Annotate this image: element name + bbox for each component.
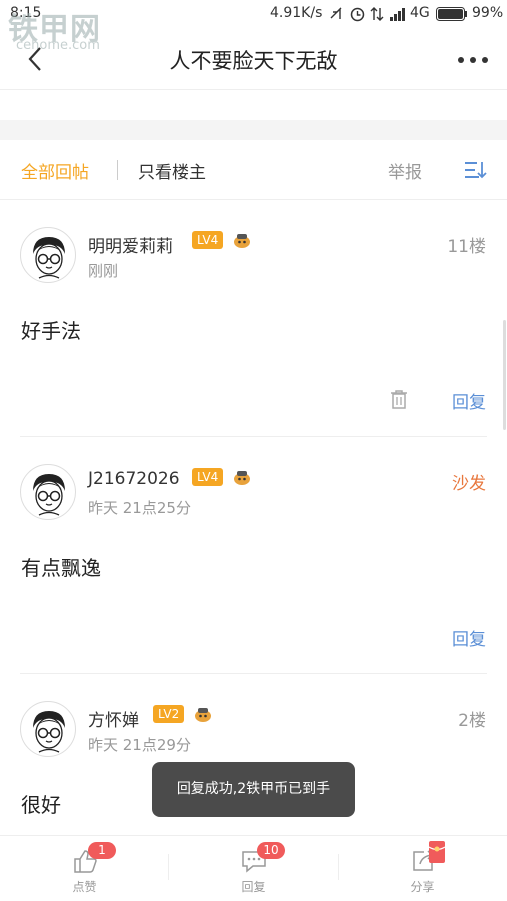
avatar[interactable] [20, 701, 76, 757]
page-title: 人不要脸天下无敌 [169, 49, 338, 73]
delete-trash-icon[interactable] [389, 388, 409, 410]
data-transfer-icon [370, 7, 384, 21]
reply-count-badge: 10 [257, 842, 285, 859]
floor-number: 2楼 [458, 711, 486, 731]
avatar-face-icon [33, 711, 65, 753]
post-time: 刚刚 [88, 262, 119, 280]
toast-message: 回复成功,2铁甲币已到手 [152, 762, 355, 817]
share-label: 分享 [410, 880, 435, 894]
post-time: 昨天 21点25分 [88, 499, 191, 517]
red-packet-icon [428, 841, 446, 863]
sort-icon[interactable] [463, 160, 487, 180]
network-type: 4G [410, 5, 430, 21]
battery-level: 99% [472, 5, 504, 21]
level-badge: LV4 [192, 231, 224, 249]
post-content: 有点飘逸 [21, 556, 101, 580]
username[interactable]: 方怀婵 [88, 706, 139, 731]
report-button[interactable]: 举报 [388, 158, 422, 183]
share-button[interactable]: 分享 [338, 836, 507, 901]
section-separator [0, 120, 507, 140]
network-speed: 4.91K/s [270, 5, 323, 21]
like-button[interactable]: 1 点赞 [0, 836, 169, 901]
like-label: 点赞 [72, 880, 97, 894]
mascot-icon [234, 234, 250, 248]
nav-bar: 人不要脸天下无敌 [0, 28, 507, 90]
more-options-icon[interactable] [455, 50, 491, 70]
bottom-action-bar: 1 点赞 10 回复 分享 [0, 835, 507, 900]
level-badge: LV2 [153, 705, 185, 723]
mascot-icon [195, 708, 211, 722]
reply-button[interactable]: 回复 [452, 625, 486, 650]
mute-icon [330, 7, 342, 19]
reply-bar-button[interactable]: 10 回复 [169, 836, 338, 901]
avatar[interactable] [20, 227, 76, 283]
mascot-icon [234, 471, 250, 485]
avatar-face-icon [33, 237, 65, 279]
username[interactable]: J21672026 [88, 469, 180, 489]
post-item: J21672026 LV4 昨天 21点25分 沙发 有点飘逸 回复 [0, 437, 507, 674]
post-item: 明明爱莉莉 LV4 刚刚 11楼 好手法 回复 [0, 200, 507, 437]
tab-all-replies[interactable]: 全部回帖 [21, 158, 89, 183]
post-content: 好手法 [21, 319, 81, 343]
floor-sofa: 沙发 [452, 474, 486, 494]
reply-filter-bar: 全部回帖 只看楼主 举报 [0, 140, 507, 200]
avatar-face-icon [33, 474, 65, 516]
tab-divider [117, 160, 118, 180]
level-badge: LV4 [192, 468, 224, 486]
floor-number: 11楼 [447, 237, 486, 257]
avatar[interactable] [20, 464, 76, 520]
reply-button[interactable]: 回复 [452, 388, 486, 413]
scrollbar[interactable] [503, 320, 506, 430]
post-content: 很好 [21, 793, 61, 817]
alarm-icon [350, 7, 365, 22]
reply-label: 回复 [241, 880, 266, 894]
tab-only-op[interactable]: 只看楼主 [138, 158, 206, 183]
username[interactable]: 明明爱莉莉 [88, 232, 173, 257]
post-time: 昨天 21点29分 [88, 736, 191, 754]
battery-icon [436, 7, 467, 21]
signal-icon [390, 8, 405, 21]
like-count-badge: 1 [88, 842, 116, 859]
